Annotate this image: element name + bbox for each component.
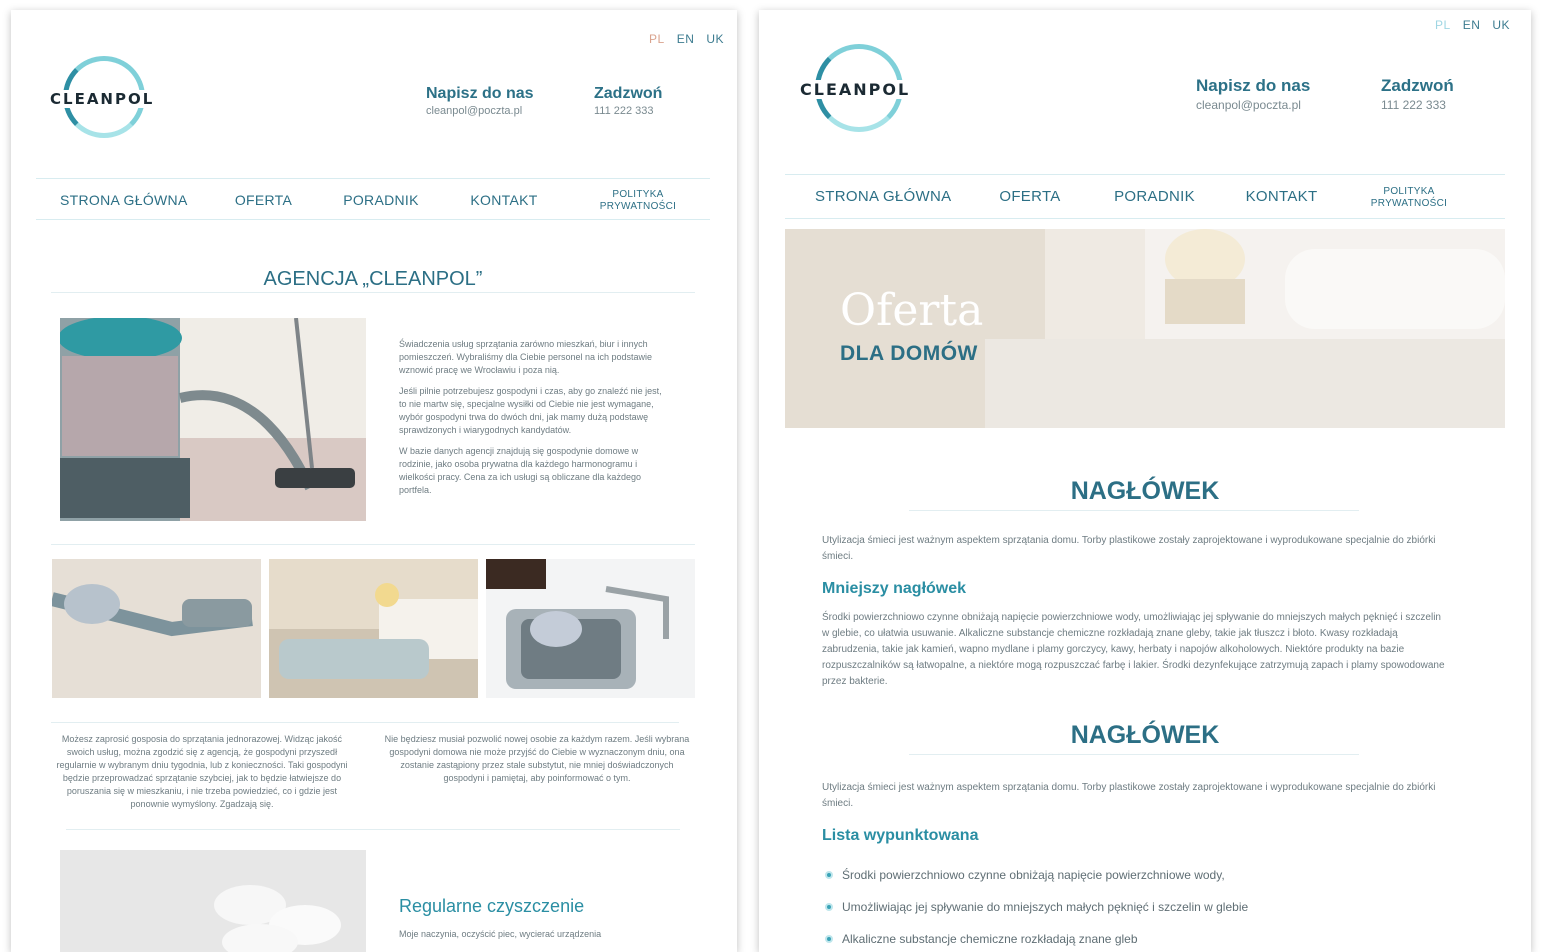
cleanpol-logo[interactable]: CLEANPOL [49,56,159,140]
contact-phone-title: Zadzwoń [1381,76,1454,95]
divider [909,754,1359,755]
nav-guide[interactable]: PORADNIK [336,193,426,207]
list-item-text: Alkaliczne substancje chemiczne rozkłada… [842,932,1138,946]
list-item-text: Środki powierzchniowo czynne obniżają na… [842,868,1225,882]
intro-paragraph: Jeśli pilnie potrzebujesz gospodyni i cz… [399,386,662,435]
divider [51,722,679,723]
nav-offer[interactable]: OFERTA [990,189,1070,204]
homepage-mockup: PL EN UK CLEANPOL Napisz do nas cleanpol@p… [11,10,737,952]
section-heading: Regularne czyszczenie [399,896,585,916]
gloves-vacuum-floor-image [52,559,261,698]
nav-home[interactable]: STRONA GŁÓWNA [60,193,210,207]
list-heading: Lista wypunktowana [822,827,979,844]
list-item: Alkaliczne substancje chemiczne rozkłada… [825,923,1465,952]
contact-phone-value[interactable]: 111 222 333 [1381,98,1454,112]
bullet-list: Środki powierzchniowo czynne obniżają na… [825,859,1465,952]
lang-uk[interactable]: UK [1492,18,1510,32]
contact-email[interactable]: Napisz do nas cleanpol@poczta.pl [1196,76,1310,112]
main-nav: STRONA GŁÓWNA OFERTA PORADNIK KONTAKT PO… [785,174,1505,219]
language-switcher: PL EN UK [637,32,724,46]
list-item: Umożliwiając jej spływanie do mniejszych… [825,891,1465,923]
cleanpol-logo[interactable]: CLEANPOL [799,44,915,134]
section-heading: NAGŁÓWEK [1070,721,1220,749]
paragraph: Środki powierzchniowo czynne obniżają na… [822,612,1445,687]
page-title: AGENCJA „CLEANPOL” [263,268,483,290]
nav-contact[interactable]: KONTAKT [464,193,544,207]
contact-phone-value[interactable]: 111 222 333 [594,105,662,117]
section-text: Moje naczynia, oczyścić piec, wycierać u… [399,929,602,939]
nav-privacy[interactable]: POLITYKA PRYWATNOŚCI [1363,186,1455,210]
towels-image [60,850,366,952]
paragraph: Utylizacja śmieci jest ważnym aspektem s… [822,782,1436,809]
contact-phone[interactable]: Zadzwoń 111 222 333 [594,85,662,117]
contact-email-title: Napisz do nas [1196,76,1311,95]
lang-pl[interactable]: PL [1435,18,1451,32]
bullet-icon [825,903,833,911]
language-switcher: PL EN UK [1423,18,1510,32]
main-nav: STRONA GŁÓWNA OFERTA PORADNIK KONTAKT PO… [36,178,710,220]
bullet-icon [825,871,833,879]
lang-uk[interactable]: UK [706,32,724,46]
divider [51,544,695,545]
intro-paragraph: Świadczenia usług sprzątania zarówno mie… [399,339,653,375]
divider [66,829,680,830]
small-heading: Mniejszy nagłówek [822,580,967,597]
hero-title: Oferta [840,285,984,336]
text-column-left: Możesz zaprosić gosposia do sprzątania j… [56,734,348,809]
list-item-text: Umożliwiając jej spływanie do mniejszych… [842,900,1249,914]
hero-banner: Oferta DLA DOMÓW [785,229,1505,428]
list-item: Środki powierzchniowo czynne obniżają na… [825,859,1465,891]
hero-subtitle: DLA DOMÓW [840,342,978,365]
contact-email-value[interactable]: cleanpol@poczta.pl [1196,98,1310,112]
contact-email[interactable]: Napisz do nas cleanpol@poczta.pl [426,85,534,117]
contact-phone[interactable]: Zadzwoń 111 222 333 [1381,76,1454,112]
logo-text: CLEANPOL [49,90,156,108]
contact-phone-title: Zadzwoń [594,85,663,102]
divider [51,292,695,293]
nav-guide[interactable]: PORADNIK [1107,189,1202,204]
bedroom-image [269,559,478,698]
sink-cleaning-image [486,559,695,698]
nav-privacy[interactable]: POLITYKA PRYWATNOŚCI [594,189,682,213]
offer-page-mockup: PL EN UK CLEANPOL Napisz do nas cleanpol@p… [759,10,1531,952]
intro-paragraph: W bazie danych agencji znajdują się gosp… [399,446,641,495]
lang-pl[interactable]: PL [649,32,665,46]
logo-text: CLEANPOL [799,80,912,99]
intro-text: Świadczenia usług sprzątania zarówno mie… [399,338,671,505]
lang-en[interactable]: EN [677,32,695,46]
nav-offer[interactable]: OFERTA [226,193,301,207]
contact-email-title: Napisz do nas [426,85,534,102]
lang-en[interactable]: EN [1463,18,1481,32]
paragraph: Utylizacja śmieci jest ważnym aspektem s… [822,535,1436,562]
contact-email-value[interactable]: cleanpol@poczta.pl [426,105,534,117]
nav-contact[interactable]: KONTAKT [1239,189,1324,204]
vacuum-cleaner-image [60,318,366,521]
nav-home[interactable]: STRONA GŁÓWNA [815,189,980,204]
section-heading: NAGŁÓWEK [1070,477,1220,505]
text-column-right: Nie będziesz musiał pozwolić nowej osobi… [384,734,690,783]
divider [909,510,1359,511]
